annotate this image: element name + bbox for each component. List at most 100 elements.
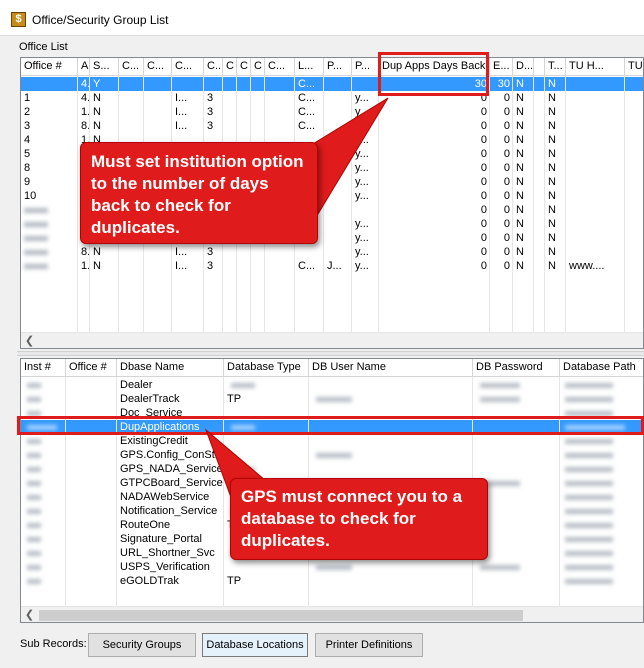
office-list-cell: www.... (569, 260, 605, 272)
office-list-column-header[interactable]: C... (265, 58, 295, 76)
office-list-cell (566, 175, 625, 189)
database-locations-button[interactable]: Database Locations (202, 633, 308, 657)
office-list-cell: N (516, 260, 524, 272)
database-locations-column-header[interactable]: DB Password (473, 359, 560, 377)
database-location-row[interactable]: ExistingCredit (21, 434, 643, 448)
scroll-thumb[interactable] (39, 610, 523, 621)
database-location-row[interactable]: DealerTrack TP (21, 392, 643, 406)
office-list-column-header[interactable]: S... (90, 58, 119, 76)
database-type-cell: TP (227, 575, 242, 587)
office-list-cell (324, 203, 352, 217)
office-list-column-header[interactable]: TU P... (625, 58, 643, 76)
office-list-cell: 0 (503, 120, 510, 132)
office-list-row[interactable]: 2 1. N I... 3 C... y... 0 0 N N (21, 105, 643, 119)
office-list-cell: 0 (480, 260, 487, 272)
database-locations-column-header[interactable]: DB User Name (309, 359, 473, 377)
office-list-cell: 0 (480, 176, 487, 188)
office-list-column-header[interactable]: Office # (21, 58, 78, 76)
office-list-column-header[interactable]: L... (295, 58, 324, 76)
office-list-column-header[interactable]: C... (119, 58, 144, 76)
scroll-left-icon[interactable]: ❮ (21, 607, 38, 622)
office-list-cell: 8 (24, 162, 31, 174)
office-list-cell: 0 (480, 120, 487, 132)
office-list-column-header[interactable]: P... (324, 58, 352, 76)
database-location-row[interactable]: eGOLDTrak TP (21, 574, 643, 588)
office-list-cell: C... (298, 78, 316, 90)
office-list-column-header[interactable]: C... (144, 58, 172, 76)
office-list-cell (625, 133, 643, 147)
pane-splitter[interactable] (17, 351, 644, 356)
office-list-cell (352, 203, 379, 217)
office-list-cell: I... (175, 106, 188, 118)
database-location-row[interactable]: GPS_NADA_Service (21, 462, 643, 476)
office-list-cell: 30 (497, 78, 510, 90)
column-divider (565, 76, 566, 332)
database-type-cell (224, 434, 309, 448)
database-location-row[interactable]: GPS.Config_ConStr (21, 448, 643, 462)
office-list-cell (204, 77, 223, 91)
office-list-row[interactable]: 1 4. N I... 3 C... y... 0 0 N N (21, 91, 643, 105)
office-list-cell (324, 105, 352, 119)
office-list-column-header[interactable]: P... (352, 58, 379, 76)
office-list-column-header[interactable]: C... (204, 58, 223, 76)
office-list-row[interactable]: 3 8. N I... 3 C... y... 0 0 N N (21, 119, 643, 133)
office-list-label: Office List (19, 41, 68, 53)
office-list-column-header[interactable]: TU H... (566, 58, 625, 76)
office-list-cell: 1 (24, 92, 31, 104)
scroll-left-icon[interactable]: ❮ (21, 333, 38, 348)
database-locations-column-header[interactable]: Database Type (224, 359, 309, 377)
redacted-value (480, 397, 520, 402)
office-list-cell (625, 203, 643, 217)
office-list-column-header[interactable]: T... (545, 58, 566, 76)
office-list-cell: 0 (480, 232, 487, 244)
office-list-row[interactable]: 8. N I... 3 y... 0 0 N N (21, 245, 643, 259)
database-locations-column-header[interactable]: Inst # (21, 359, 66, 377)
office-list-cell: 0 (503, 162, 510, 174)
office-list-row[interactable]: 1.NI...3C...J...y...00NNwww....30 (21, 259, 643, 273)
database-location-row[interactable]: Dealer (21, 378, 643, 392)
database-locations-column-header[interactable]: Dbase Name (117, 359, 224, 377)
bottom-callout: GPS must connect you to a database to ch… (230, 478, 488, 560)
redacted-office-number (24, 208, 48, 213)
office-list-column-header[interactable]: C... (172, 58, 204, 76)
office-list-cell: N (516, 218, 524, 230)
column-divider (223, 377, 224, 606)
office-list-hscrollbar[interactable]: ❮ (21, 332, 643, 348)
database-locations-column-header[interactable]: Database Path (560, 359, 643, 377)
office-list-cell (566, 77, 625, 91)
office-list-column-header[interactable]: C (223, 58, 237, 76)
dbase-name-cell: eGOLDTrak (120, 575, 179, 587)
office-list-column-header[interactable]: D... (513, 58, 534, 76)
office-list-column-header[interactable]: A (78, 58, 90, 76)
office-list-cell (566, 147, 625, 161)
office-list-cell: N (516, 120, 524, 132)
redacted-value (565, 523, 613, 528)
office-list-cell (324, 245, 352, 259)
office-list-cell: y... (355, 92, 369, 104)
office-list-cell: N (548, 260, 556, 272)
database-locations-hscrollbar[interactable]: ❮ (21, 606, 643, 622)
office-list-cell (625, 119, 643, 133)
redacted-value (565, 383, 613, 388)
database-location-row[interactable]: USPS_Verification (21, 560, 643, 574)
office-list-cell (566, 203, 625, 217)
office-list-column-header[interactable] (534, 58, 545, 76)
database-locations-header: Inst # Office # Dbase Name Database Type DB … (21, 359, 643, 377)
redacted-inst-number (27, 579, 41, 584)
security-groups-button[interactable]: Security Groups (88, 633, 196, 657)
redacted-value (231, 467, 255, 472)
office-list-cell: N (516, 246, 524, 258)
office-list-cell (324, 133, 352, 147)
office-list-column-header[interactable]: C (251, 58, 265, 76)
dup-apps-column-highlight (378, 52, 489, 96)
database-locations-column-header[interactable]: Office # (66, 359, 117, 377)
redacted-value (316, 565, 352, 570)
top-callout: Must set institution option to the numbe… (80, 142, 318, 244)
office-list-cell: 3 (24, 120, 31, 132)
office-list-row[interactable]: 4. Y C... 30 30 N N (21, 77, 643, 91)
office-list-column-header[interactable]: E... (490, 58, 513, 76)
office-list-cell: 3 (207, 246, 214, 258)
office-list-cell (324, 231, 352, 245)
office-list-column-header[interactable]: C (237, 58, 251, 76)
printer-definitions-button[interactable]: Printer Definitions (315, 633, 423, 657)
